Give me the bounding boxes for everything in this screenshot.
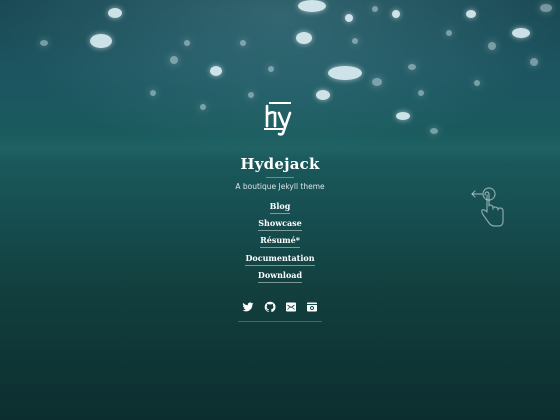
- swipe-left-gesture-icon: [471, 187, 504, 227]
- twitter-icon[interactable]: [242, 301, 254, 313]
- nav-item-resume[interactable]: Résumé*: [0, 235, 560, 248]
- nav-item-label[interactable]: Showcase: [258, 218, 302, 231]
- site-title[interactable]: Hydejack: [0, 155, 560, 173]
- nav-item-label[interactable]: Blog: [269, 201, 291, 214]
- nav-item-documentation[interactable]: Documentation: [0, 253, 560, 266]
- title-divider: [266, 177, 294, 178]
- nav-item-label[interactable]: Résumé*: [260, 235, 300, 248]
- email-icon[interactable]: [285, 301, 297, 313]
- nav-item-download[interactable]: Download: [0, 270, 560, 283]
- nav-item-label[interactable]: Documentation: [245, 253, 315, 266]
- social-divider: [238, 321, 322, 322]
- nav-item-label[interactable]: Download: [257, 270, 303, 283]
- github-icon[interactable]: [264, 301, 276, 313]
- hydejack-logo[interactable]: [261, 100, 299, 136]
- download-icon[interactable]: [306, 301, 318, 313]
- social-links: [240, 301, 320, 313]
